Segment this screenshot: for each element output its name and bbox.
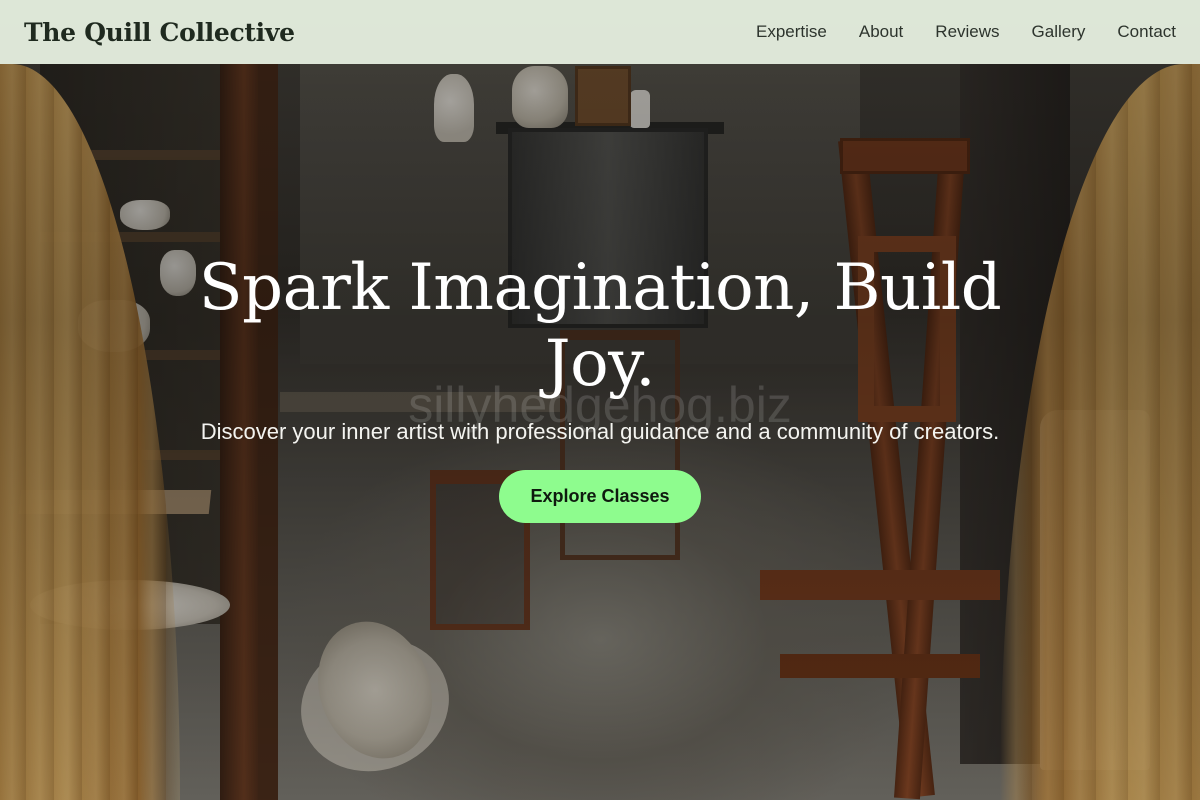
nav-link-about[interactable]: About [859, 22, 903, 42]
brand-logo[interactable]: The Quill Collective [24, 18, 295, 47]
hero-subtitle: Discover your inner artist with professi… [200, 419, 1000, 444]
hero-title: Spark Imagination, Build Joy. [198, 251, 1002, 401]
navbar: The Quill Collective Expertise About Rev… [0, 0, 1200, 64]
nav-link-reviews[interactable]: Reviews [935, 22, 999, 42]
hero-section: Spark Imagination, Build Joy. Discover y… [0, 250, 1200, 523]
nav-link-expertise[interactable]: Expertise [756, 22, 827, 42]
nav-links: Expertise About Reviews Gallery Contact [756, 22, 1176, 42]
page: The Quill Collective Expertise About Rev… [0, 0, 1200, 800]
nav-link-gallery[interactable]: Gallery [1032, 22, 1086, 42]
explore-classes-button[interactable]: Explore Classes [499, 470, 701, 523]
nav-link-contact[interactable]: Contact [1117, 22, 1176, 42]
